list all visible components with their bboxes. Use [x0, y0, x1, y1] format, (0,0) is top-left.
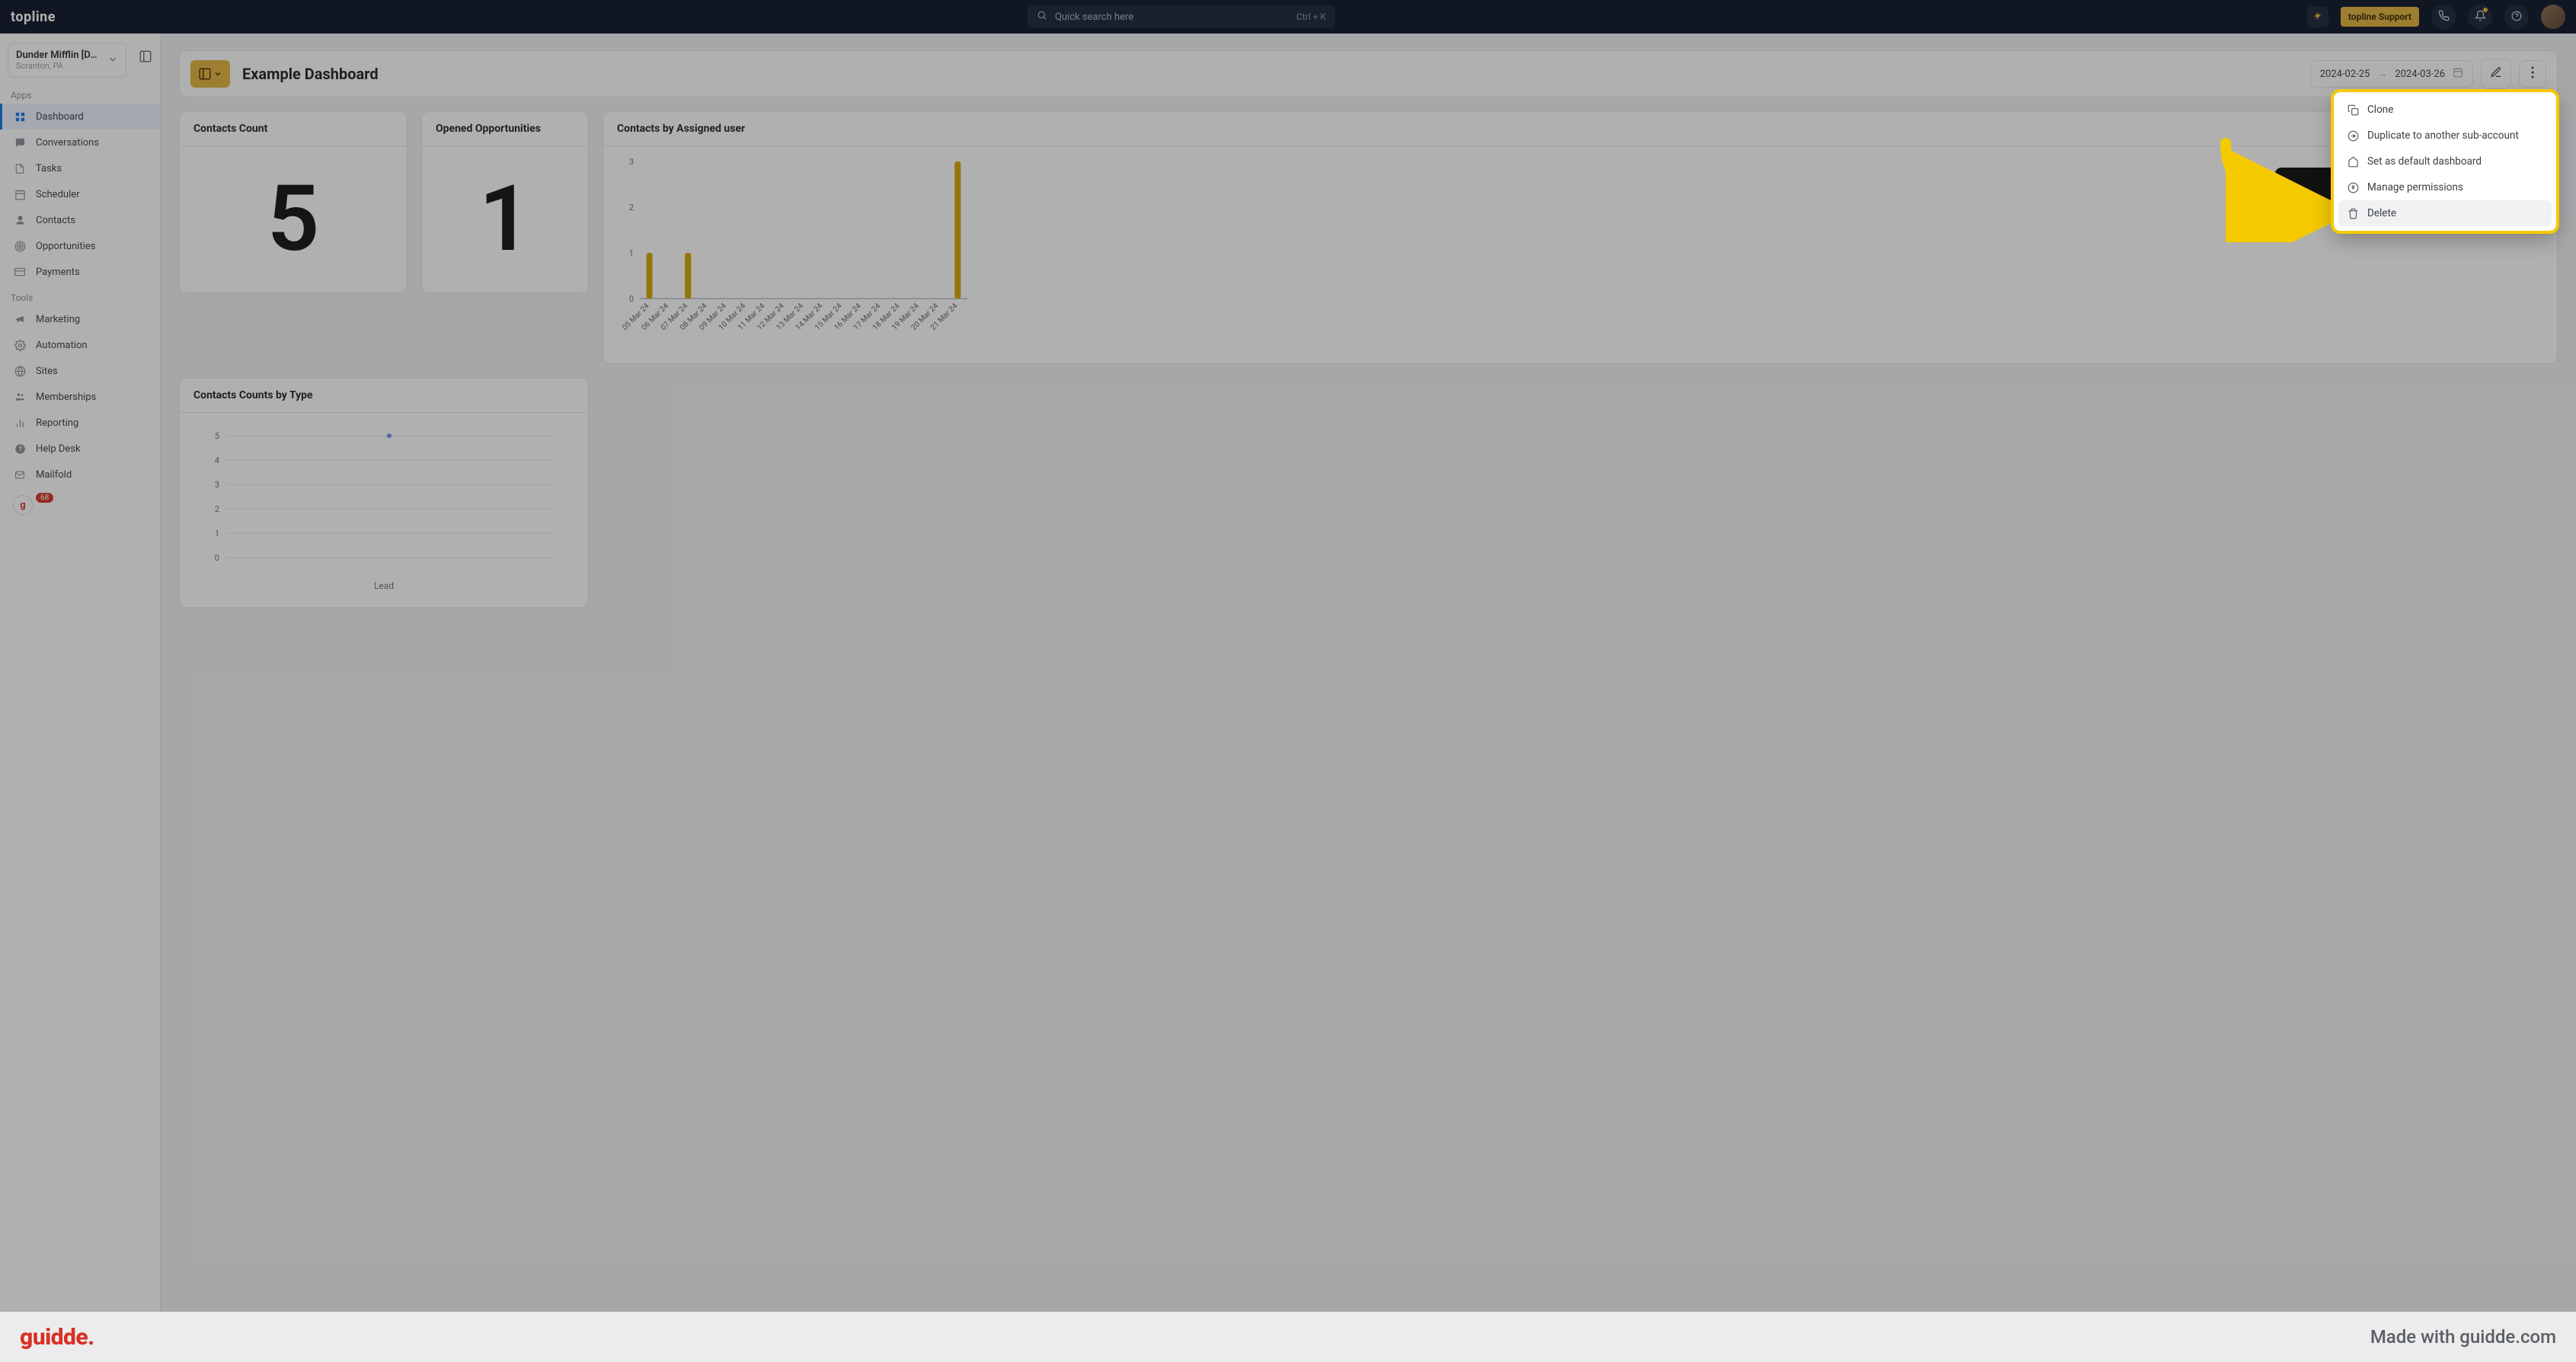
menu-item-label: Delete: [2367, 207, 2396, 219]
menu-item-label: Manage permissions: [2367, 181, 2463, 193]
menu-item-label: Duplicate to another sub-account: [2367, 129, 2519, 142]
menu-item-clone[interactable]: Clone: [2338, 97, 2552, 123]
guidde-footer: guidde. Made with guidde.com: [0, 1312, 2576, 1362]
menu-item-label: Set as default dashboard: [2367, 155, 2482, 168]
menu-item-duplicate[interactable]: Duplicate to another sub-account: [2338, 123, 2552, 149]
guidde-logo: guidde.: [20, 1324, 94, 1351]
made-with-text: Made with guidde.com: [2370, 1326, 2556, 1348]
menu-item-set[interactable]: Set as default dashboard: [2338, 149, 2552, 174]
trash-icon: [2346, 206, 2360, 220]
overlay-dim: [0, 0, 2576, 1362]
menu-item-delete[interactable]: Delete: [2338, 200, 2552, 226]
dashboard-actions-menu: Clone Duplicate to another sub-account Set…: [2334, 92, 2556, 231]
menu-item-manage[interactable]: Manage permissions: [2338, 174, 2552, 200]
export-icon: [2346, 129, 2360, 142]
lock-icon: [2346, 181, 2360, 194]
menu-item-label: Clone: [2367, 104, 2393, 116]
annotation-tooltip: [2275, 168, 2340, 213]
copy-icon: [2346, 103, 2360, 117]
home-icon: [2346, 155, 2360, 168]
